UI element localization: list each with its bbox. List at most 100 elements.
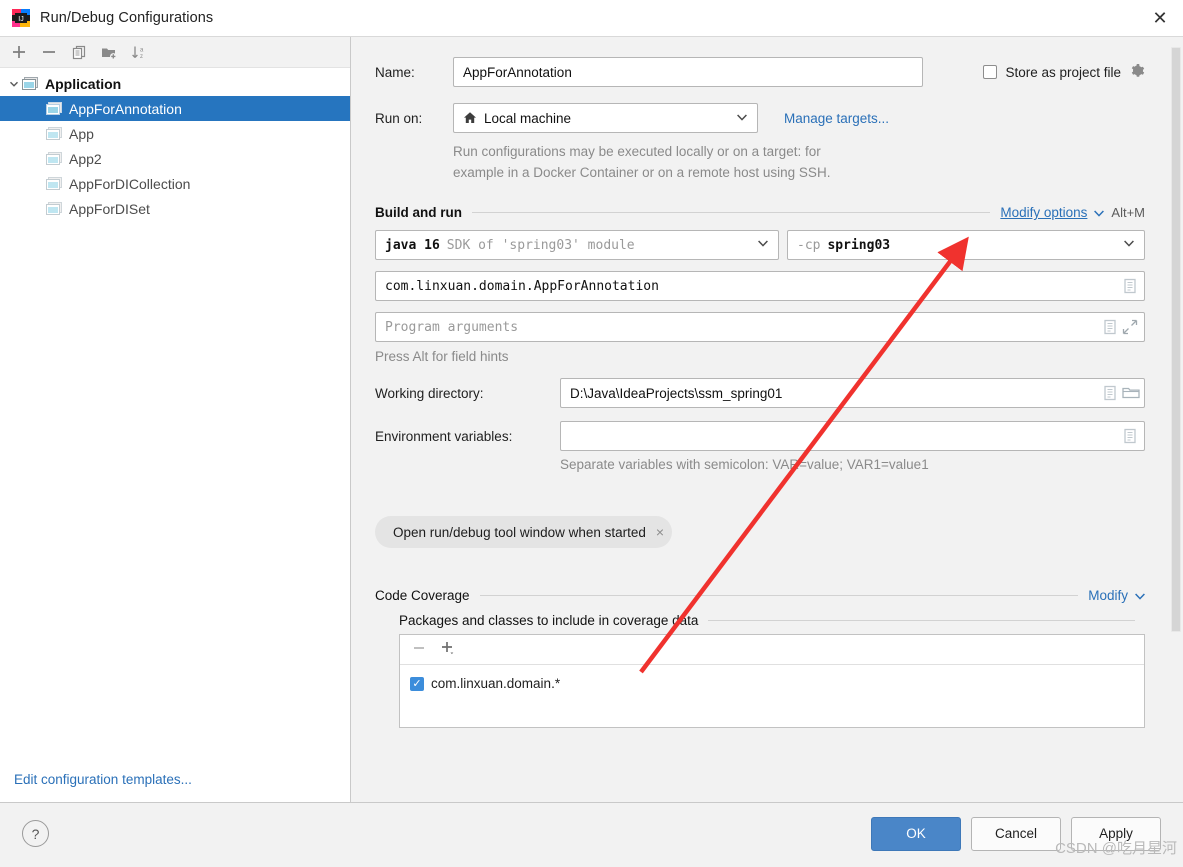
run-on-value: Local machine [484, 110, 572, 126]
tree-group-label: Application [45, 75, 122, 92]
main-class-value: com.linxuan.domain.AppForAnnotation [385, 278, 659, 294]
coverage-list-toolbar [400, 635, 1144, 665]
run-on-dropdown[interactable]: Local machine [453, 103, 758, 133]
section-divider [708, 620, 1135, 621]
tree-item-label: App2 [69, 150, 102, 167]
options-chip-row: Open run/debug tool window when started … [375, 516, 1145, 548]
chevron-down-icon[interactable] [731, 113, 753, 123]
environment-variables-label: Environment variables: [375, 428, 513, 444]
chevron-down-icon[interactable] [752, 240, 774, 250]
tree-item-label: AppForDISet [69, 200, 150, 217]
expand-editor-icon[interactable] [1102, 385, 1118, 401]
expand-editor-icon[interactable] [1102, 319, 1118, 335]
application-icon [46, 201, 62, 216]
title-bar: IJ Run/Debug Configurations ✕ [0, 0, 1183, 37]
edit-configuration-templates-link[interactable]: Edit configuration templates... [14, 772, 192, 787]
remove-package-button[interactable] [412, 641, 426, 658]
sort-az-icon[interactable]: a z [126, 40, 152, 64]
coverage-packages-box: ✓ com.linxuan.domain.* [399, 634, 1145, 728]
run-on-help-line-1: Run configurations may be executed local… [453, 144, 821, 159]
environment-variables-row: Environment variables: [375, 421, 1145, 451]
chevron-down-icon[interactable] [6, 79, 22, 89]
copy-configuration-icon[interactable] [66, 40, 92, 64]
chip-label: Open run/debug tool window when started [393, 524, 646, 540]
chevron-down-icon[interactable] [1094, 205, 1105, 220]
code-coverage-modify-link[interactable]: Modify [1088, 588, 1128, 603]
manage-targets-link[interactable]: Manage targets... [784, 111, 889, 126]
configuration-editor-panel: Name: AppForAnnotation Store as project … [351, 37, 1183, 802]
field-hints-text: Press Alt for field hints [375, 349, 509, 364]
environment-variables-input[interactable] [560, 421, 1145, 451]
ok-button[interactable]: OK [871, 816, 961, 851]
coverage-packages-title: Packages and classes to include in cover… [399, 613, 699, 628]
application-icon [46, 151, 62, 166]
working-directory-row: Working directory: D:\Java\IdeaProjects\… [375, 378, 1145, 408]
add-package-button[interactable] [440, 640, 456, 659]
section-divider [472, 212, 991, 213]
coverage-items-list[interactable]: ✓ com.linxuan.domain.* [400, 665, 1144, 727]
expand-editor-icon[interactable] [1122, 278, 1138, 294]
cancel-button[interactable]: Cancel [971, 816, 1061, 851]
classpath-module: spring03 [827, 237, 891, 253]
program-arguments-input[interactable]: Program arguments [375, 312, 1145, 342]
store-as-project-file-group: Store as project file [983, 63, 1145, 82]
working-directory-input[interactable]: D:\Java\IdeaProjects\ssm_spring01 [560, 378, 1145, 408]
modify-options-link[interactable]: Modify options [1000, 205, 1087, 220]
svg-text:a: a [140, 47, 144, 53]
sidebar-item-app2[interactable]: App2 [0, 146, 350, 171]
classpath-dropdown[interactable]: -cp spring03 [787, 230, 1145, 260]
application-icon [46, 126, 62, 141]
folder-add-icon[interactable] [96, 40, 122, 64]
code-coverage-section-header: Code Coverage Modify [375, 588, 1145, 603]
application-icon [46, 176, 62, 191]
chevron-down-icon[interactable] [1135, 588, 1145, 603]
coverage-packages-header: Packages and classes to include in cover… [399, 613, 1145, 628]
configuration-scroll-area: Name: AppForAnnotation Store as project … [351, 37, 1169, 802]
dialog-button-bar: ? OK Cancel Apply [0, 802, 1183, 864]
name-label: Name: [375, 64, 415, 80]
browse-folder-icon[interactable] [1122, 385, 1140, 401]
run-on-row: Run on: Local machine Manage targets... [375, 103, 1145, 133]
close-icon[interactable]: × [656, 524, 664, 540]
main-class-input[interactable]: com.linxuan.domain.AppForAnnotation [375, 271, 1145, 301]
expand-editor-icon[interactable] [1122, 428, 1138, 444]
configurations-tree[interactable]: Application AppForAnnotation App App2 Ap… [0, 68, 350, 756]
sidebar-toolbar: a z [0, 37, 350, 68]
svg-text:z: z [140, 54, 143, 60]
add-configuration-button[interactable] [6, 40, 32, 64]
run-on-help-line-2: example in a Docker Container or on a re… [453, 165, 831, 180]
section-divider [479, 595, 1079, 596]
store-as-project-file-label: Store as project file [1005, 64, 1121, 80]
application-icon [22, 76, 38, 91]
close-icon[interactable]: ✕ [1137, 0, 1183, 37]
jdk-dropdown[interactable]: java 16 SDK of 'spring03' module [375, 230, 779, 260]
sidebar-item-appfordicollection[interactable]: AppForDICollection [0, 171, 350, 196]
sidebar-item-appforannotation[interactable]: AppForAnnotation [0, 96, 350, 121]
tree-item-label: AppForDICollection [69, 175, 191, 192]
editor-scrollbar[interactable] [1169, 37, 1183, 802]
sidebar-item-app[interactable]: App [0, 121, 350, 146]
help-button[interactable]: ? [22, 820, 49, 847]
list-item[interactable]: ✓ com.linxuan.domain.* [400, 671, 1144, 696]
tree-item-label: AppForAnnotation [69, 100, 182, 117]
working-directory-value: D:\Java\IdeaProjects\ssm_spring01 [570, 385, 783, 401]
editor-scrollbar-thumb[interactable] [1171, 47, 1181, 632]
tree-group-application[interactable]: Application [0, 71, 350, 96]
chevron-down-icon[interactable] [1118, 240, 1140, 250]
window-title: Run/Debug Configurations [40, 10, 214, 26]
tree-item-label: App [69, 125, 94, 142]
coverage-packages-block: Packages and classes to include in cover… [375, 613, 1145, 728]
name-input-value: AppForAnnotation [463, 64, 572, 80]
open-run-debug-tool-window-chip[interactable]: Open run/debug tool window when started … [375, 516, 673, 548]
store-as-project-file-checkbox[interactable] [983, 65, 998, 79]
csdn-watermark: CSDN @吃月星河 [1055, 840, 1177, 857]
expand-fullscreen-icon[interactable] [1122, 319, 1138, 335]
coverage-item-checkbox[interactable]: ✓ [410, 676, 424, 691]
jdk-value-dim: SDK of 'spring03' module [446, 237, 635, 253]
name-row: Name: AppForAnnotation Store as project … [375, 57, 1145, 87]
remove-configuration-button[interactable] [36, 40, 62, 64]
sidebar-item-appfordiset[interactable]: AppForDISet [0, 196, 350, 221]
name-input[interactable]: AppForAnnotation [453, 57, 923, 87]
jdk-value-bold: java 16 [385, 237, 440, 253]
gear-icon[interactable] [1129, 63, 1145, 82]
